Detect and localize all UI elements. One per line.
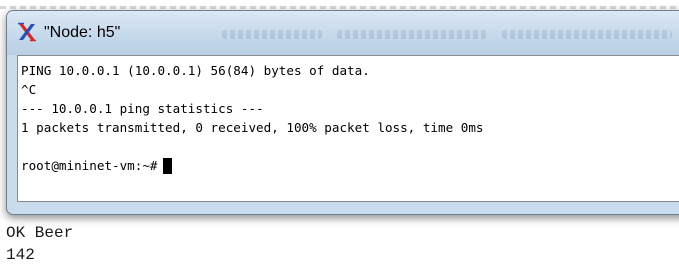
- background-output-line: OK Beer: [6, 224, 74, 242]
- x11-icon: [18, 22, 36, 42]
- shell-prompt: root@mininet-vm:~#: [21, 158, 158, 173]
- xterm-window[interactable]: "Node: h5" PING 10.0.0.1 (10.0.0.1) 56(8…: [6, 10, 679, 215]
- window-title: "Node: h5": [44, 24, 121, 41]
- background-text-blur: [0, 6, 679, 9]
- title-bar[interactable]: "Node: h5": [7, 11, 679, 55]
- titlebar-blur: [222, 30, 322, 39]
- terminal-prompt-line[interactable]: root@mininet-vm:~#: [21, 156, 679, 175]
- terminal-area[interactable]: PING 10.0.0.1 (10.0.0.1) 56(84) bytes of…: [17, 55, 679, 202]
- terminal-line: PING 10.0.0.1 (10.0.0.1) 56(84) bytes of…: [21, 63, 370, 78]
- titlebar-blur: [502, 30, 672, 39]
- titlebar-blur: [337, 30, 487, 39]
- background-output-line: 142: [6, 246, 35, 264]
- block-cursor: [163, 157, 173, 174]
- terminal-line: 1 packets transmitted, 0 received, 100% …: [21, 120, 484, 135]
- background-terminal-output: OK Beer 142: [6, 222, 666, 266]
- terminal-line: ^C: [21, 82, 37, 97]
- terminal-line: --- 10.0.0.1 ping statistics ---: [21, 101, 264, 116]
